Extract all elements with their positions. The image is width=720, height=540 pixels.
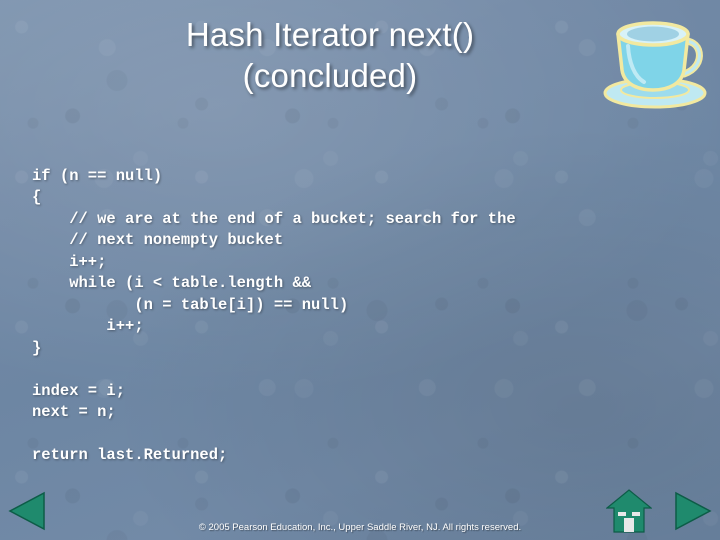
page-title: Hash Iterator next() (concluded) [60,14,600,96]
title-line-1: Hash Iterator next() [185,16,475,53]
previous-slide-button[interactable] [6,490,50,532]
code-block: if (n == null) { // we are at the end of… [32,166,516,465]
slide-canvas: Hash Iterator next() (concluded) if (n =… [0,0,720,540]
coffee-cup-icon [598,4,714,116]
next-slide-button[interactable] [670,490,714,532]
title-line-2: (concluded) [242,57,418,94]
home-button[interactable] [605,488,653,534]
